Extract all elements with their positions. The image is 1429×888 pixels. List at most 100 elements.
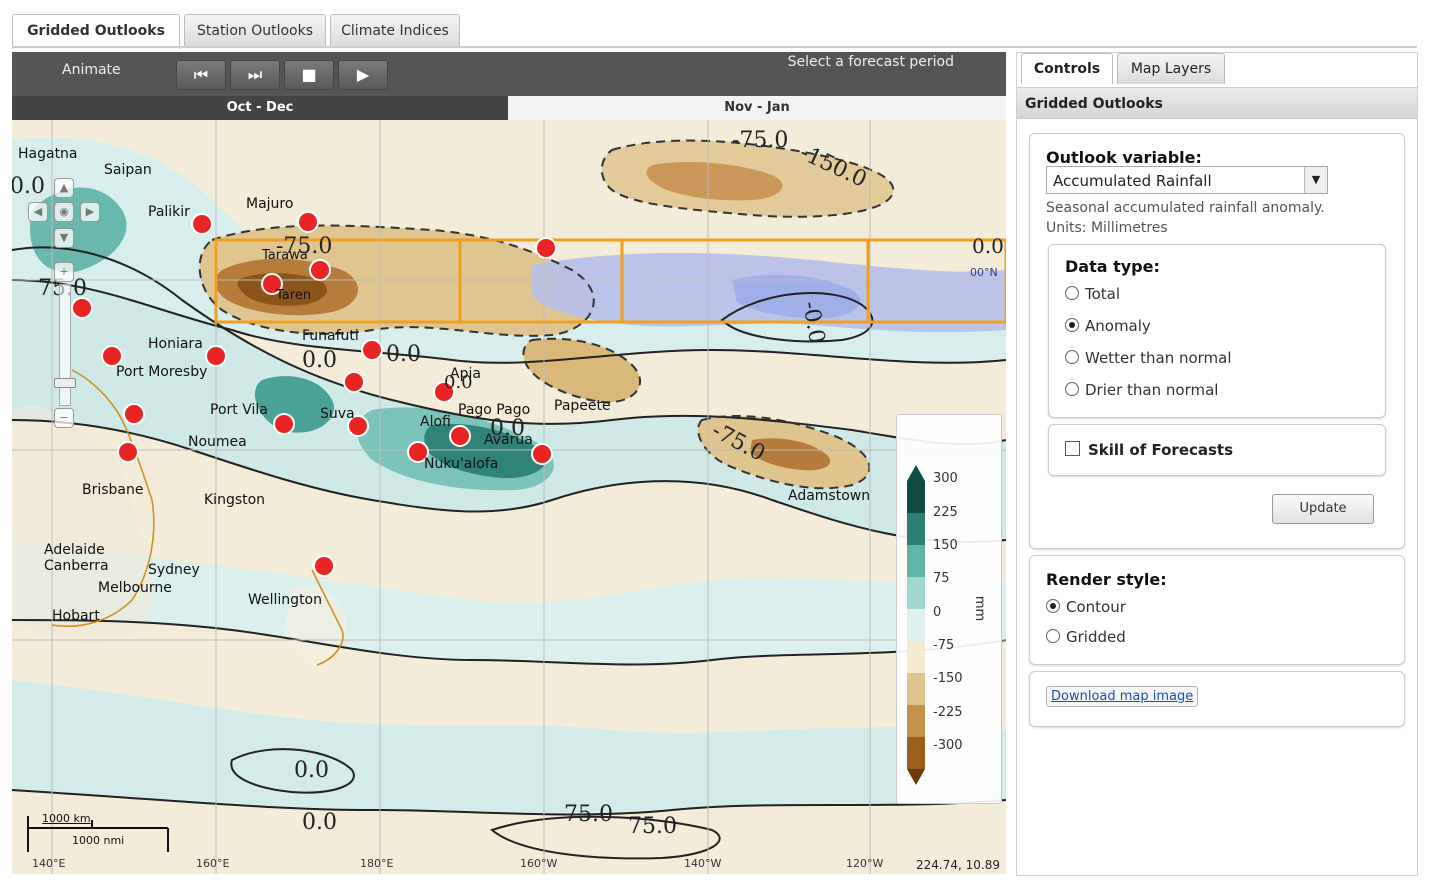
skill-label: Skill of Forecasts [1088,441,1234,459]
city-label-suva: Suva [320,406,355,422]
step-forward-icon: ⏭ [247,65,263,84]
legend-unit: mm [972,595,988,622]
play-icon: ▶ [356,65,370,84]
skill-checkbox[interactable]: Skill of Forecasts [1065,441,1233,459]
outlook-variable-label: Outlook variable: [1046,148,1202,167]
map-navigation: ▲ ◀ ◉ ▶ ▼ + − [26,178,106,438]
zoom-slider-handle[interactable] [54,378,76,388]
stop-button[interactable]: ■ [284,60,334,90]
radio-icon [1065,350,1079,364]
city-label-honiara: Honiara [148,336,203,352]
data-type-label: Data type: [1065,257,1160,276]
radio-total[interactable]: Total [1065,285,1120,303]
radio-gridded[interactable]: Gridded [1046,628,1126,646]
city-label-wellington: Wellington [248,592,322,608]
pan-left-button[interactable]: ◀ [28,202,48,222]
outlook-units: Units: Millimetres [1046,220,1168,236]
latitude-label: 00°N [970,266,998,279]
arrow-down-icon: ▼ [59,231,69,244]
chevron-down-icon: ▼ [1304,167,1327,193]
arrow-up-icon: ▲ [59,181,69,194]
radio-icon [1065,318,1079,332]
legend-tick: -225 [933,705,963,720]
city-label-port-moresby: Port Moresby [116,364,208,380]
city-label-brisbane: Brisbane [82,482,144,498]
pan-up-button[interactable]: ▲ [54,178,74,198]
contour-label: 75.0 [628,814,677,839]
radio-drier[interactable]: Drier than normal [1065,381,1218,399]
contour-label: 0.0 [302,348,337,373]
zoom-out-icon: − [59,411,69,424]
contour-label: 0.0 [302,810,337,835]
city-label-noumea: Noumea [188,434,247,450]
outlook-variable-select[interactable]: Accumulated Rainfall ▼ [1046,166,1328,194]
legend-tick: 75 [933,571,950,586]
city-label-saipan: Saipan [104,162,152,178]
pan-right-button[interactable]: ▶ [80,202,100,222]
zoom-out-button[interactable]: − [54,408,74,428]
contour-label: -75.0 [276,234,333,259]
download-panel: Download map image [1029,671,1405,727]
radio-wetter[interactable]: Wetter than normal [1065,349,1232,367]
radio-icon [1065,286,1079,300]
controls-sidebar: Controls Map Layers Gridded Outlooks Out… [1016,52,1418,876]
map-view[interactable]: Hagatna Saipan Palikir Majuro Tarawa Tar… [12,120,1006,874]
stop-icon: ■ [301,65,317,84]
contour-label: 0.0 [972,234,1004,258]
contour-label: -75.0 [732,128,789,153]
tab-map-layers[interactable]: Map Layers [1117,53,1225,84]
lon-label-160w: 160°W [520,857,558,870]
download-map-link[interactable]: Download map image [1046,686,1199,707]
lon-label-180e: 180°E [360,857,394,870]
lon-label-120w: 120°W [846,857,884,870]
outlook-description: Seasonal accumulated rainfall anomaly. [1046,200,1325,216]
play-button[interactable]: ▶ [338,60,388,90]
radio-icon [1046,599,1060,613]
update-button[interactable]: Update [1272,494,1374,524]
pan-down-button[interactable]: ▼ [54,228,74,248]
period-oct-dec[interactable]: Oct - Dec [12,96,508,120]
city-label-hobart: Hobart [52,608,100,624]
city-label-palikir: Palikir [148,204,190,220]
period-nov-jan[interactable]: Nov - Jan [508,96,1006,121]
lon-label-140w: 140°W [684,857,722,870]
sidebar-header: Gridded Outlooks [1017,87,1417,119]
tab-station-outlooks[interactable]: Station Outlooks [184,14,326,47]
skip-back-button[interactable]: ⏮ [176,60,226,90]
city-label-canberra: Canberra [44,558,109,574]
tab-gridded-outlooks[interactable]: Gridded Outlooks [12,14,180,49]
outlook-variable-value: Accumulated Rainfall [1053,172,1212,190]
radio-label: Contour [1066,598,1126,616]
scale-nmi-label: 1000 nmi [72,834,125,847]
city-label-sydney: Sydney [148,562,200,578]
forecast-period-label: Select a forecast period [787,54,954,70]
render-style-label: Render style: [1046,570,1167,589]
radio-anomaly[interactable]: Anomaly [1065,317,1151,335]
step-forward-button[interactable]: ⏭ [230,60,280,90]
legend-tick: 225 [933,505,958,520]
zoom-in-button[interactable]: + [54,262,74,282]
lon-label-140e: 140°E [32,857,66,870]
radio-icon [1046,629,1060,643]
scale-km-label: 1000 km [42,812,91,825]
tab-climate-indices[interactable]: Climate Indices [330,14,460,47]
cursor-coordinates: 224.74, 10.89 [916,858,1000,872]
zoom-world-button[interactable]: ◉ [54,202,74,222]
zoom-in-icon: + [59,265,69,278]
arrow-right-icon: ▶ [85,205,95,218]
city-label-nukualofa: Nuku'alofa [424,456,499,472]
radio-label: Anomaly [1085,317,1151,335]
legend-tick: 0 [933,605,942,620]
radio-icon [1065,382,1079,396]
tab-controls[interactable]: Controls [1021,53,1113,84]
legend-colorbar [907,465,925,785]
color-legend: 300 225 150 75 0 -75 -150 -225 -300 mm [896,414,1002,804]
radio-contour[interactable]: Contour [1046,598,1126,616]
radio-label: Wetter than normal [1085,349,1232,367]
checkbox-icon [1065,441,1080,456]
city-label-majuro: Majuro [246,196,294,212]
city-label-adamstown: Adamstown [788,488,871,504]
legend-tick: 150 [933,538,958,553]
legend-tick: 300 [933,471,958,486]
contour-label: 0.0 [386,342,421,367]
